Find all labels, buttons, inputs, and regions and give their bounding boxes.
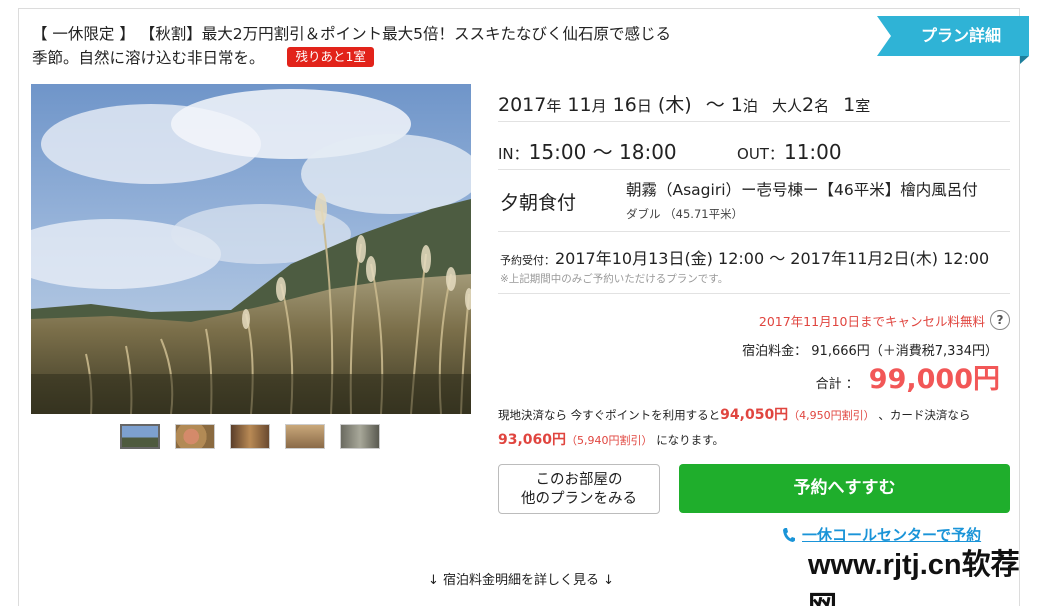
stay-rooms: 1: [843, 94, 856, 116]
stay-guests-prefix: 大人: [771, 97, 802, 115]
total-price-row: 合計 ： 99,000円: [816, 357, 1000, 396]
room-row: 夕朝食付 朝霧（Asagiri）ー壱号棟ー【46平米】檜内風呂付 ダブル （45…: [498, 170, 1010, 232]
plan-title[interactable]: 【 一休限定 】 【秋割】最大2万円割引＆ポイント最大5倍！ススキたなびく仙石原…: [32, 22, 672, 70]
stay-date-row: 2017年 11月 16日 (木) ～ 1泊 大人2名 1室: [498, 84, 1010, 122]
cancel-note: 2017年11月10日までキャンセル料無料 ?: [759, 310, 1010, 330]
checkout-time: 11:00: [783, 140, 842, 164]
point-discount-note: 現地決済なら 今すぐポイントを利用すると94,050円（4,950円割引） 、カ…: [498, 403, 1010, 453]
total-price: 99,000円: [868, 364, 1000, 395]
room-type: ダブル （45.71平米）: [626, 207, 744, 221]
plan-detail-label: プラン詳細: [920, 26, 1001, 45]
booking-period-row: 予約受付：2017年10月13日(金) 12:00 ～ 2017年11月2日(木…: [498, 232, 1010, 294]
reserve-button[interactable]: 予約へすすむ: [679, 464, 1010, 513]
card-point-price: 93,060円: [498, 432, 567, 448]
cancel-note-text: 2017年11月10日までキャンセル料無料: [758, 313, 985, 329]
stay-month-unit: 月: [591, 97, 607, 115]
checkout-label: OUT：: [737, 145, 784, 163]
room-name: 朝霧（Asagiri）ー壱号棟ー【46平米】檜内風呂付: [626, 181, 978, 199]
onsite-point-price: 94,050円: [720, 407, 789, 423]
stay-month: 11: [561, 94, 592, 116]
stay-guests-unit: 名: [814, 97, 830, 115]
stay-rooms-unit: 室: [855, 97, 871, 115]
point-text-3: になります。: [656, 433, 725, 447]
thumbnail-interior[interactable]: [340, 424, 380, 449]
stay-guests: 2: [801, 94, 815, 116]
watermark-text: www.rjtj.cn软荐网: [808, 549, 1020, 606]
checkin-time: 15:00 ～ 18:00: [528, 140, 677, 164]
point-text-1: 現地決済なら 今すぐポイントを利用すると: [498, 408, 721, 422]
checkin-row: IN：15:00 ～ 18:00 OUT：11:00: [498, 122, 1010, 170]
stay-year-unit: 年: [546, 97, 562, 115]
stay-weekday: (木): [651, 94, 692, 116]
thumbnail-room[interactable]: [230, 424, 270, 449]
total-label: 合計 ：: [815, 377, 859, 392]
onsite-discount: （4,950円割引）: [788, 409, 875, 422]
help-icon[interactable]: ?: [990, 310, 1010, 330]
booking-period-label: 予約受付：: [500, 254, 555, 267]
stay-day-unit: 日: [636, 97, 652, 115]
stay-info: 2017年 11月 16日 (木) ～ 1泊 大人2名 1室 IN：15:00 …: [498, 84, 1010, 395]
price-details-label: ↓ 宿泊料金明細を詳しく見る ↓: [427, 573, 615, 588]
ribbon-fold: [1020, 56, 1029, 64]
point-text-2: 、カード決済なら: [878, 408, 971, 422]
photo-thumbnails: [120, 424, 380, 449]
main-photo[interactable]: [31, 84, 471, 414]
booking-period: 予約受付：2017年10月13日(金) 12:00 ～ 2017年11月2日(木…: [500, 245, 989, 269]
booking-note: ※上記期間中のみご予約いただけるプランです。: [500, 273, 729, 285]
thumbnail-landscape[interactable]: [120, 424, 160, 449]
other-plans-line-2: 他のプランをみる: [521, 491, 637, 507]
landscape-photo: [31, 84, 471, 414]
stay-nights: ～ 1: [705, 94, 743, 116]
remaining-badge: 残りあと1室: [287, 47, 374, 67]
stay-nights-unit: 泊: [742, 97, 758, 115]
other-plans-line-1: このお部屋の: [535, 472, 623, 488]
meal-type: 夕朝食付: [500, 192, 577, 214]
stay-day: 16: [606, 94, 637, 116]
checkin-label: IN：: [498, 145, 529, 163]
room-charge-label: 宿泊料金：: [742, 344, 808, 359]
other-plans-button[interactable]: このお部屋の 他のプランをみる: [498, 464, 660, 514]
thumbnail-food[interactable]: [175, 424, 215, 449]
booking-period-value: 2017年10月13日(金) 12:00 ～ 2017年11月2日(木) 12:…: [555, 249, 990, 268]
card-discount: （5,940円割引）: [566, 434, 653, 447]
thumbnail-bath[interactable]: [285, 424, 325, 449]
plan-tag: 【 一休限定 】: [32, 25, 135, 43]
phone-icon: [783, 527, 795, 542]
plan-detail-button[interactable]: プラン詳細: [877, 16, 1029, 56]
stay-year: 2017: [498, 94, 547, 116]
